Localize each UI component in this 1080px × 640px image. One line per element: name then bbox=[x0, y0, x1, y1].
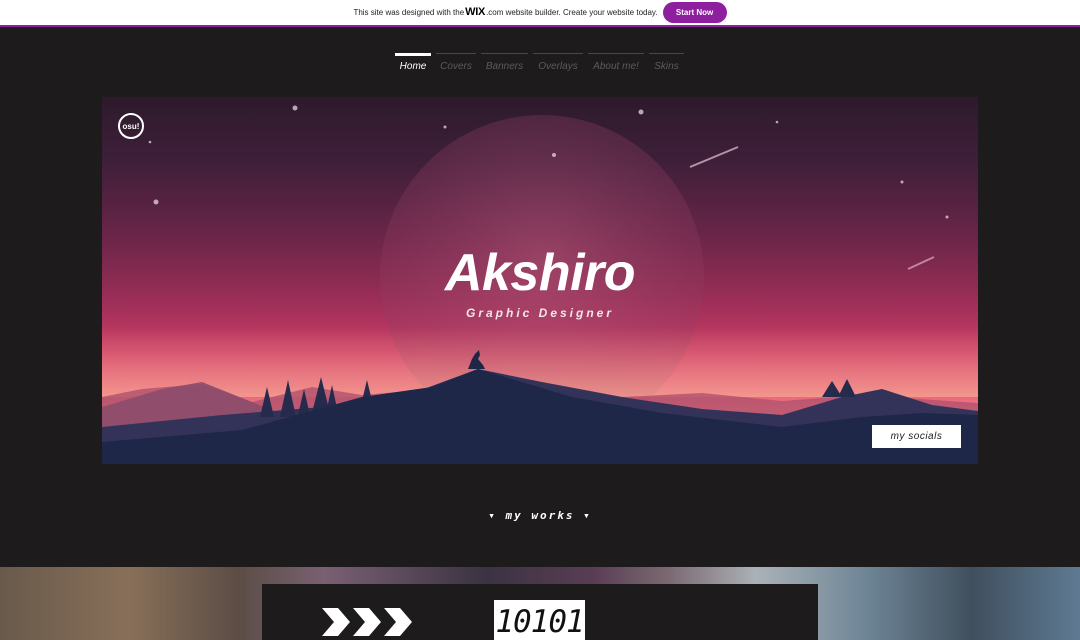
nav-item-covers[interactable]: Covers bbox=[436, 53, 476, 72]
chevrons-icon bbox=[322, 608, 412, 636]
nav-item-home[interactable]: Home bbox=[395, 53, 431, 72]
nav-item-about-me[interactable]: About me! bbox=[588, 53, 644, 72]
hero-subtitle: Graphic Designer bbox=[465, 306, 615, 320]
wix-promo-banner: This site was designed with the WIX .com… bbox=[0, 0, 1080, 27]
wix-promo-text-after: .com website builder. Create your websit… bbox=[486, 8, 658, 17]
wix-promo-message: This site was designed with the WIX .com… bbox=[353, 6, 657, 20]
nav-item-skins[interactable]: Skins bbox=[649, 53, 684, 72]
nav-item-banners[interactable]: Banners bbox=[481, 53, 528, 72]
nav-item-overlays[interactable]: Overlays bbox=[533, 53, 583, 72]
works-panel: 10101 bbox=[262, 584, 818, 640]
wix-logo: WIX bbox=[465, 5, 486, 18]
binary-logo: 10101 bbox=[494, 600, 585, 640]
osu-logo: osu! bbox=[118, 113, 144, 139]
shooting-star bbox=[689, 146, 739, 168]
hero-title: Akshiro bbox=[444, 244, 636, 302]
my-socials-button[interactable]: my socials bbox=[872, 425, 961, 448]
hero-banner: osu! Akshiro Graphic Designer my socials bbox=[102, 97, 978, 464]
main-nav: Home Covers Banners Overlays About me! S… bbox=[395, 53, 684, 72]
wix-promo-text-before: This site was designed with the bbox=[353, 8, 465, 17]
start-now-button[interactable]: Start Now bbox=[662, 2, 727, 23]
my-works-heading[interactable]: ▾ my works ▾ bbox=[0, 509, 1080, 522]
